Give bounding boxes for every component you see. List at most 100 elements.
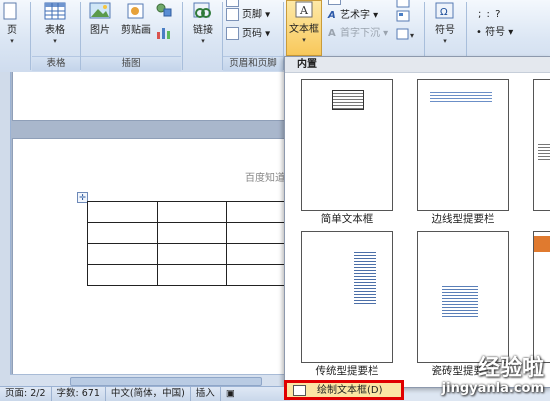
link-icon: [193, 2, 211, 18]
status-bar: 页面: 2/2 字数: 671 中文(简体，中国) 插入 ▣: [0, 386, 290, 401]
chevron-down-icon: ▾: [262, 9, 271, 21]
document-page[interactable]: 百度知道 ✛: [12, 138, 298, 390]
clipart-button[interactable]: 剪贴画: [118, 2, 154, 37]
link-button[interactable]: 链接 ▾: [186, 2, 220, 45]
gallery-item-partial[interactable]: [533, 79, 550, 211]
vertical-ruler: [0, 72, 11, 386]
gallery-item-border-sidebar[interactable]: [417, 79, 509, 211]
table-button-label: 表格: [45, 25, 65, 36]
page-button-label: 页: [7, 25, 17, 36]
table-cell[interactable]: [87, 222, 158, 244]
chevron-down-icon: ▾: [380, 28, 389, 39]
object-icon[interactable]: ▾: [396, 28, 418, 40]
wordart-icon: A: [328, 10, 336, 21]
table-cell[interactable]: [156, 201, 228, 223]
chevron-down-icon: ▾: [505, 27, 514, 38]
page-number-label: 页码: [242, 28, 262, 40]
picture-icon: [89, 2, 111, 19]
table-row: [87, 243, 297, 265]
dropcap-icon: A: [328, 28, 336, 39]
group-label-table: 表格: [32, 56, 80, 71]
textbox-button[interactable]: A 文本框 ▾: [286, 0, 322, 56]
status-words[interactable]: 字数: 671: [52, 387, 106, 401]
picture-button-label: 图片: [90, 25, 110, 36]
thumbnail-text-block: [442, 284, 478, 318]
table-cell[interactable]: [87, 264, 158, 286]
chevron-down-icon: ▾: [262, 28, 271, 40]
table-cell[interactable]: [156, 222, 228, 244]
table-cell[interactable]: [87, 201, 158, 223]
gallery-item-simple-textbox[interactable]: [301, 79, 393, 211]
chart-icon[interactable]: [156, 26, 172, 40]
signature-line-icon[interactable]: [396, 0, 410, 8]
page-button[interactable]: 页 ▾: [0, 2, 24, 45]
special-symbol-row[interactable]: ; : ?: [478, 8, 501, 22]
table-cell[interactable]: [87, 243, 158, 265]
gallery-item-label: 边线型提要栏: [431, 213, 495, 225]
thumbnail-orange-band: [534, 236, 550, 252]
macro-record-icon[interactable]: ▣: [221, 387, 240, 401]
group-separator: [182, 2, 183, 70]
document-page[interactable]: [12, 72, 298, 121]
gallery-item-partial[interactable]: [533, 231, 550, 363]
svg-text:A: A: [299, 4, 309, 17]
gallery-item-label: 简单文本框: [320, 213, 374, 225]
gallery-item-label: 传统型提要栏: [315, 365, 379, 377]
page-number-button[interactable]: 页码 ▾: [226, 27, 270, 42]
draw-textbox-icon: [293, 385, 306, 396]
table-cell[interactable]: [156, 243, 228, 265]
shapes-icon[interactable]: [156, 3, 172, 17]
table-cell[interactable]: [156, 264, 228, 286]
wordart-label: 艺术字: [340, 10, 370, 21]
quick-parts-button[interactable]: [328, 0, 344, 7]
table-row: [87, 201, 297, 223]
table-row: [87, 222, 297, 244]
status-page[interactable]: 页面: 2/2: [0, 387, 52, 401]
dropcap-label: 首字下沉: [340, 28, 380, 39]
special-symbol-button[interactable]: • 符号 ▾: [476, 26, 513, 40]
textbox-button-label: 文本框: [289, 24, 319, 35]
picture-button[interactable]: 图片: [84, 2, 116, 37]
link-button-label: 链接: [193, 25, 213, 36]
thumbnail-text-lines: [430, 90, 492, 102]
draw-textbox-label: 绘制文本框(D): [317, 385, 383, 396]
document-table[interactable]: [87, 201, 297, 286]
svg-text:Ω: Ω: [440, 7, 448, 18]
table-row: [87, 264, 297, 286]
watermark-title: 经验啦: [477, 356, 544, 381]
watermark: 经验啦 jingyanla.com: [442, 356, 544, 397]
svg-text:▾: ▾: [410, 31, 414, 40]
status-mode[interactable]: 插入: [191, 387, 221, 401]
quick-parts-icon: [328, 0, 341, 5]
thumbnail-text-column: [354, 250, 376, 306]
clipart-button-label: 剪贴画: [121, 25, 151, 36]
bullet-icon: •: [476, 27, 486, 38]
status-language[interactable]: 中文(简体，中国): [106, 387, 191, 401]
draw-textbox-command[interactable]: 绘制文本框(D): [284, 380, 404, 400]
clipart-icon: [127, 3, 144, 19]
dropcap-button[interactable]: A 首字下沉 ▾: [328, 27, 388, 41]
footer-label: 页脚: [242, 9, 262, 21]
page-number-icon: [226, 27, 239, 40]
chevron-down-icon: ▾: [302, 36, 306, 44]
group-label-illustrations: 插图: [81, 56, 181, 71]
chevron-down-icon: ▾: [370, 10, 379, 21]
table-button[interactable]: 表格 ▾: [38, 2, 72, 45]
chevron-down-icon: ▾: [443, 37, 447, 45]
header-text: 百度知道: [245, 173, 285, 184]
symbol-button[interactable]: Ω 符号 ▾: [428, 2, 462, 45]
wordart-button[interactable]: A 艺术字 ▾: [328, 9, 378, 23]
symbol-button-label: 符号: [435, 25, 455, 36]
group-separator: [30, 2, 31, 70]
symbol-icon: Ω: [435, 2, 454, 19]
textbox-icon: A: [295, 1, 313, 18]
footer-button[interactable]: 页脚 ▾: [226, 8, 270, 23]
group-label-header-footer: 页眉和页脚: [223, 56, 283, 71]
gallery-item-traditional-sidebar[interactable]: [301, 231, 393, 363]
footer-icon: [226, 8, 239, 21]
table-icon: [44, 2, 66, 20]
thumbnail-textbox-block: [332, 90, 364, 110]
date-time-icon[interactable]: [396, 10, 410, 22]
gallery-item-tile-sidebar[interactable]: [417, 231, 509, 363]
scrollbar-thumb[interactable]: [70, 377, 262, 386]
